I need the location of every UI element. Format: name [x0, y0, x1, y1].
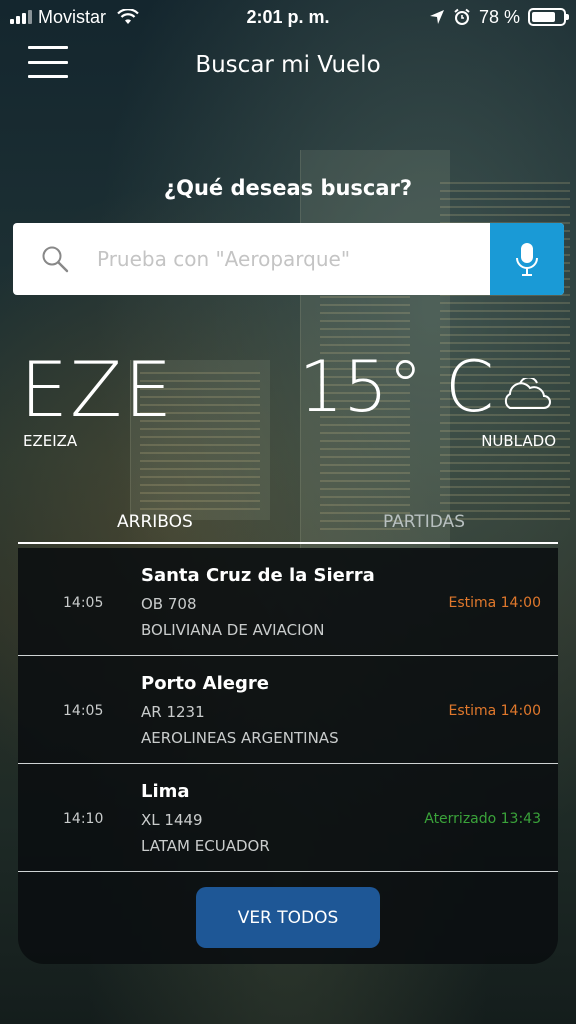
flight-number: XL 1449 [141, 811, 203, 829]
tab-departures[interactable]: PARTIDAS [383, 512, 465, 532]
microphone-button[interactable] [490, 223, 564, 295]
status-bar: Movistar 2:01 p. m. 78 % [0, 0, 576, 34]
microphone-icon [516, 243, 538, 276]
carrier-label: Movistar [38, 6, 107, 27]
search-box [13, 223, 564, 295]
page-title: Buscar mi Vuelo [195, 52, 381, 78]
signal-icon [10, 10, 32, 24]
battery-percent: 78 % [478, 6, 520, 27]
wifi-icon [117, 9, 139, 24]
weather-condition: NUBLADO [481, 432, 556, 450]
search-question: ¿Qué deseas buscar? [163, 176, 413, 200]
flight-status: Estima 14:00 [448, 703, 541, 719]
app-header: Buscar mi Vuelo [0, 40, 576, 90]
battery-icon [528, 8, 569, 26]
view-all-button[interactable]: VER TODOS [196, 887, 380, 948]
flight-row[interactable]: 14:10 Lima XL 1449 LATAM ECUADOR Aterriz… [18, 764, 558, 872]
flight-time: 14:05 [63, 703, 104, 719]
airport-code: EZE [20, 345, 175, 434]
flight-row[interactable]: 14:05 Porto Alegre AR 1231 AEROLINEAS AR… [18, 656, 558, 764]
flight-number: AR 1231 [141, 703, 205, 721]
alarm-icon [454, 8, 470, 25]
flight-city: Santa Cruz de la Sierra [141, 565, 375, 586]
temperature: 15° C [298, 346, 494, 428]
location-arrow-icon [429, 10, 444, 24]
flight-city: Porto Alegre [141, 673, 269, 694]
flight-airline: LATAM ECUADOR [141, 837, 270, 855]
flight-status: Aterrizado 13:43 [424, 811, 541, 827]
flight-tabs: ARRIBOS PARTIDAS [18, 508, 558, 544]
flight-city: Lima [141, 781, 190, 802]
flights-list: 14:05 Santa Cruz de la Sierra OB 708 BOL… [18, 548, 558, 964]
search-input[interactable] [97, 247, 490, 271]
cloud-icon [504, 378, 551, 409]
airport-name: EZEIZA [23, 432, 78, 450]
flight-airline: BOLIVIANA DE AVIACION [141, 621, 325, 639]
flight-row[interactable]: 14:05 Santa Cruz de la Sierra OB 708 BOL… [18, 548, 558, 656]
flight-status: Estima 14:00 [448, 595, 541, 611]
flight-airline: AEROLINEAS ARGENTINAS [141, 729, 339, 747]
flight-time: 14:10 [63, 811, 104, 827]
tab-arrivals[interactable]: ARRIBOS [117, 512, 193, 532]
search-icon [13, 245, 97, 273]
flight-time: 14:05 [63, 595, 104, 611]
flight-number: OB 708 [141, 595, 197, 613]
